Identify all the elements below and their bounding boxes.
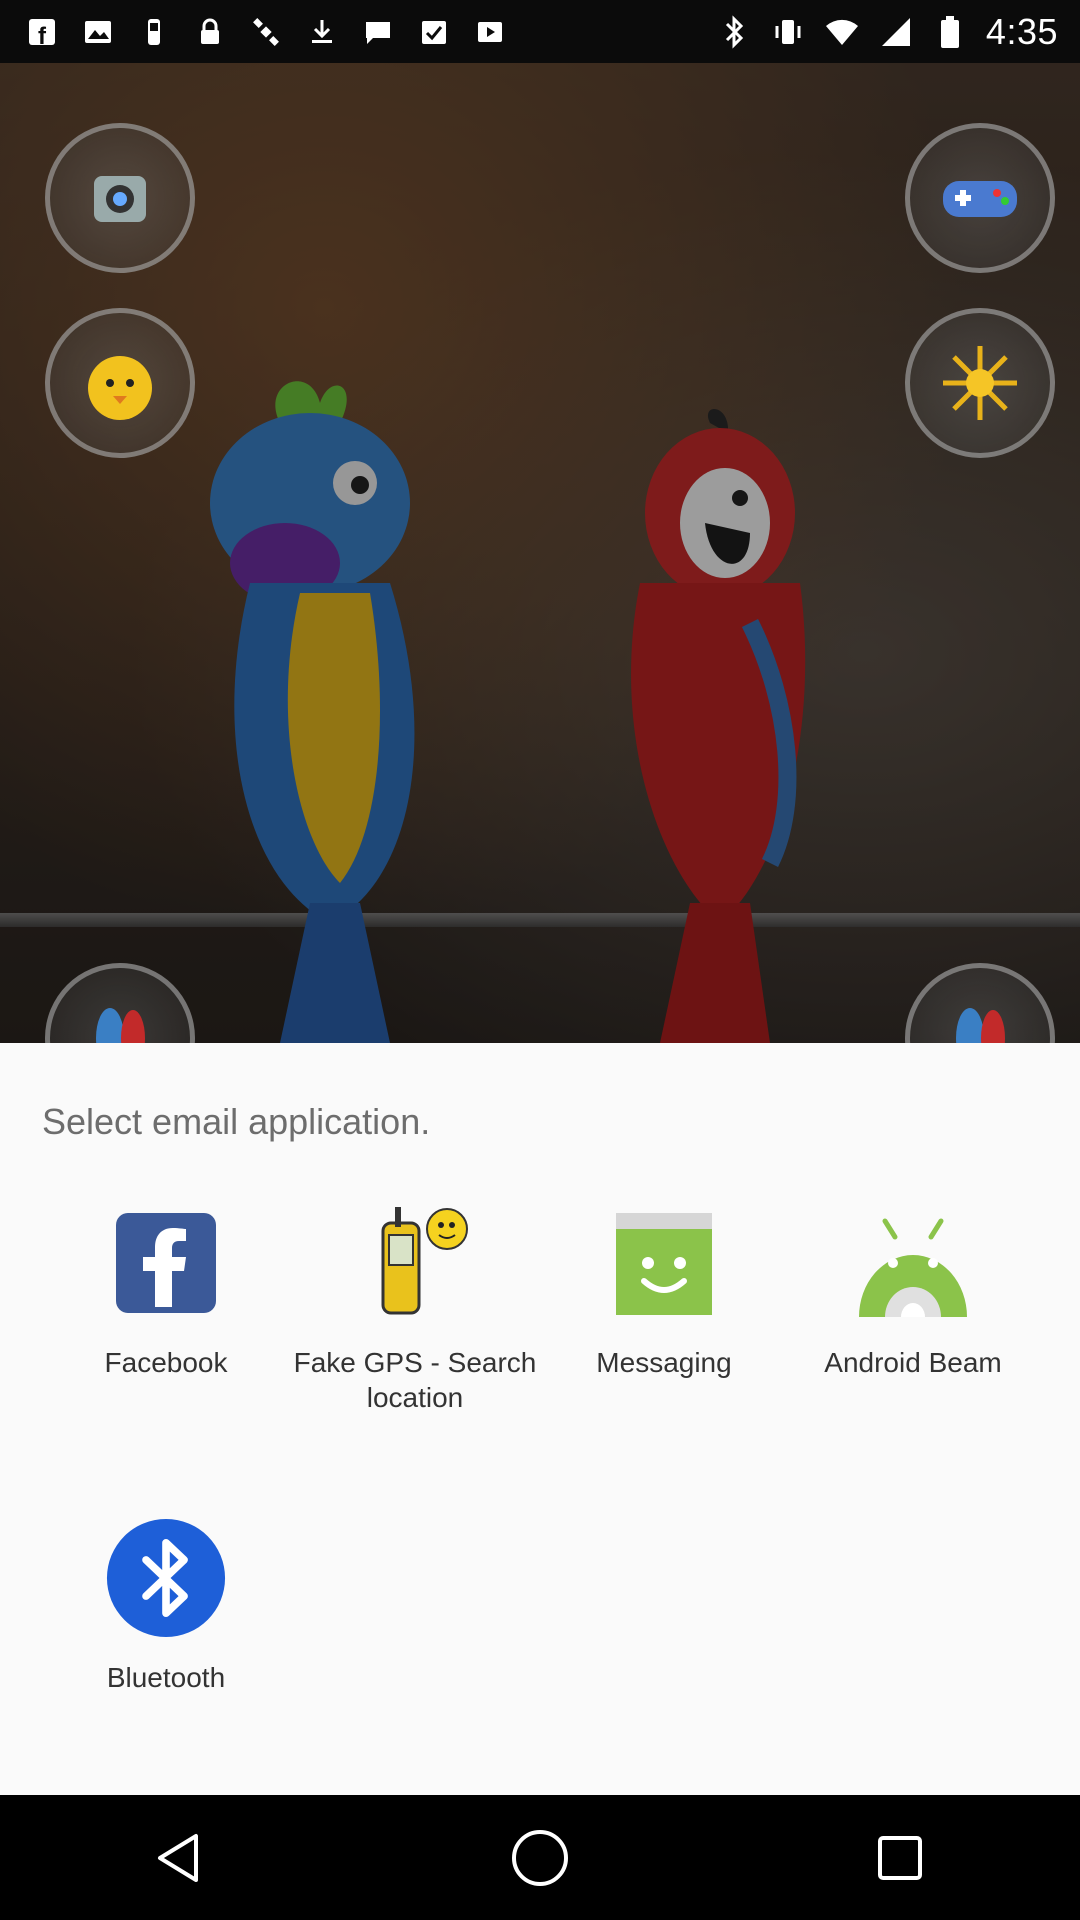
app-messaging[interactable]: Messaging: [539, 1203, 789, 1380]
gamepad-button[interactable]: [905, 123, 1055, 273]
facebook-icon: [106, 1203, 226, 1323]
sun-button[interactable]: [905, 308, 1055, 458]
bluetooth-icon: [716, 14, 752, 50]
fake-gps-icon: [136, 14, 172, 50]
home-icon[interactable]: [500, 1818, 580, 1898]
system-icons: 4:35: [716, 11, 1080, 53]
chick-button[interactable]: [45, 308, 195, 458]
message-icon: [360, 14, 396, 50]
background-app: [0, 63, 1080, 1043]
recents-icon[interactable]: [860, 1818, 940, 1898]
battery-icon: [932, 14, 968, 50]
clock: 4:35: [985, 10, 1058, 52]
fake-gps-icon: [355, 1203, 475, 1323]
sheet-title: Select email application.: [42, 1101, 431, 1142]
vibrate-icon: [770, 14, 806, 50]
app-label: Android Beam: [824, 1347, 1002, 1378]
image-icon: [80, 14, 116, 50]
messaging-icon: [604, 1203, 724, 1323]
camera-button[interactable]: [45, 123, 195, 273]
app-bluetooth[interactable]: Bluetooth: [41, 1518, 291, 1695]
bluetooth-icon: [106, 1518, 226, 1638]
signal-icon: [878, 14, 914, 50]
status-bar: f 4:35: [0, 0, 1080, 63]
app-facebook[interactable]: Facebook: [41, 1203, 291, 1380]
svg-text:f: f: [38, 23, 47, 47]
app-label: Messaging: [596, 1347, 732, 1378]
app-fake-gps[interactable]: Fake GPS - Search location: [290, 1203, 540, 1415]
task-icon: [416, 14, 452, 50]
satellite-icon: [248, 14, 284, 50]
app-label: Fake GPS - Search location: [293, 1347, 537, 1413]
play-icon: [472, 14, 508, 50]
wifi-icon: [824, 14, 860, 50]
lock-icon: [192, 14, 228, 50]
download-icon: [304, 14, 340, 50]
android-beam-icon: [853, 1203, 973, 1323]
share-sheet: Select email application. Facebook Fake …: [0, 1043, 1080, 1795]
navigation-bar: [0, 1795, 1080, 1920]
notification-icons: f: [0, 14, 508, 50]
facebook-icon: f: [24, 14, 60, 50]
app-label: Facebook: [104, 1347, 228, 1378]
app-android-beam[interactable]: Android Beam: [788, 1203, 1038, 1380]
app-label: Bluetooth: [106, 1662, 226, 1693]
back-icon[interactable]: [140, 1818, 220, 1898]
